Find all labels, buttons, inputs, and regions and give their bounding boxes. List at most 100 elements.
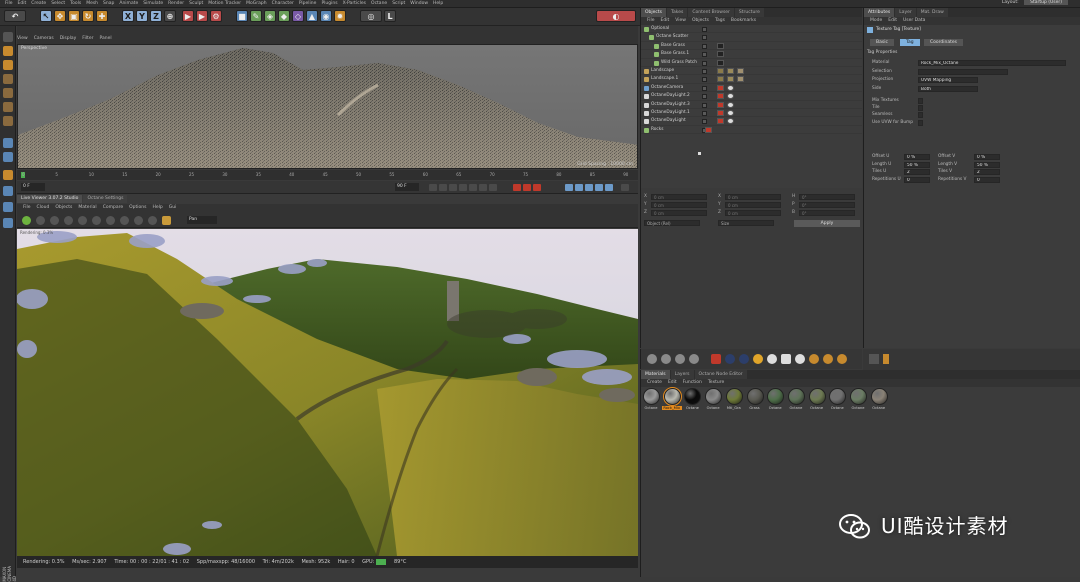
camera-icon[interactable]: ◉ bbox=[320, 10, 332, 22]
diffuse-material-icon[interactable] bbox=[647, 354, 657, 364]
visibility-toggle[interactable] bbox=[702, 85, 707, 91]
material-swatch[interactable] bbox=[662, 387, 682, 406]
record-icon[interactable] bbox=[513, 184, 521, 191]
visibility-toggle[interactable] bbox=[702, 119, 707, 125]
rotation-key-icon[interactable] bbox=[585, 184, 593, 191]
visibility-toggle[interactable] bbox=[702, 52, 707, 58]
tab-takes[interactable]: Takes bbox=[667, 8, 688, 17]
octane-toolbar-icon[interactable]: ◐ bbox=[596, 10, 636, 22]
axis-icon[interactable] bbox=[3, 202, 13, 212]
specular-material-icon[interactable] bbox=[675, 354, 685, 364]
live-viewer-menu-cloud[interactable]: Cloud bbox=[37, 205, 50, 210]
coord-value-field[interactable]: 0 cm bbox=[725, 202, 781, 208]
pause-render-icon[interactable] bbox=[50, 216, 59, 225]
visibility-toggle[interactable] bbox=[702, 110, 707, 116]
material-swatch[interactable] bbox=[850, 388, 867, 405]
layout-selector[interactable]: Layout: Startup (User) bbox=[1002, 0, 1072, 5]
texture-tag-icon[interactable] bbox=[727, 76, 734, 83]
attribute-menu-user-data[interactable]: User Data bbox=[903, 18, 925, 23]
go-to-end-icon[interactable] bbox=[489, 184, 497, 191]
material-swatch[interactable] bbox=[684, 388, 702, 405]
texture-tag-icon[interactable] bbox=[737, 76, 744, 83]
material-tag-icon[interactable] bbox=[717, 42, 724, 49]
menu-item-render[interactable]: Render bbox=[168, 1, 184, 6]
menu-item-snap[interactable]: Snap bbox=[103, 1, 114, 6]
offset-field[interactable]: 50 % bbox=[904, 161, 930, 168]
render-view-icon[interactable]: ▶ bbox=[182, 10, 194, 22]
attribute-checkbox[interactable] bbox=[918, 112, 923, 119]
move-icon[interactable]: ✥ bbox=[54, 10, 66, 22]
octane-tag-icon[interactable] bbox=[717, 118, 724, 125]
material-menu-function[interactable]: Function bbox=[683, 380, 702, 385]
menu-item-help[interactable]: Help bbox=[433, 1, 443, 6]
zoom-dropdown[interactable]: Pan bbox=[187, 216, 217, 224]
next-key-icon[interactable] bbox=[479, 184, 487, 191]
object-row[interactable]: Base Grass.1 bbox=[641, 50, 862, 59]
live-viewer-menu-file[interactable]: File bbox=[23, 205, 31, 210]
material-menu-texture[interactable]: Texture bbox=[708, 380, 724, 385]
menu-item-motion-tracker[interactable]: Motion Tracker bbox=[208, 1, 241, 6]
light-tag-icon[interactable] bbox=[727, 84, 734, 91]
camera-tag-icon[interactable] bbox=[781, 354, 791, 364]
slider-icon[interactable] bbox=[883, 354, 889, 364]
size-mode-dropdown[interactable]: Size bbox=[718, 220, 774, 226]
edges-mode-icon[interactable] bbox=[3, 102, 13, 112]
next-frame-icon[interactable] bbox=[469, 184, 477, 191]
visibility-toggle[interactable] bbox=[702, 43, 707, 49]
restart-render-icon[interactable] bbox=[36, 216, 45, 225]
menu-item-tools[interactable]: Tools bbox=[70, 1, 81, 6]
z-axis-button[interactable]: Z bbox=[150, 10, 162, 22]
object-menu-view[interactable]: View bbox=[675, 18, 686, 23]
start-render-icon[interactable] bbox=[22, 216, 31, 225]
tweak-icon[interactable] bbox=[3, 218, 13, 228]
material-swatch[interactable] bbox=[787, 388, 805, 405]
attribute-tab-0[interactable]: Attributes bbox=[864, 8, 895, 17]
object-row[interactable]: Landscape.1 bbox=[641, 75, 862, 84]
array-icon[interactable]: ◆ bbox=[278, 10, 290, 22]
object-row[interactable]: OctaneCamera bbox=[641, 84, 862, 93]
live-selection-icon[interactable]: ↖ bbox=[40, 10, 52, 22]
lo-icon[interactable]: L bbox=[384, 10, 396, 22]
menu-item-script[interactable]: Script bbox=[392, 1, 405, 6]
object-row[interactable]: Landscape bbox=[641, 67, 862, 76]
send-scene-icon[interactable] bbox=[78, 216, 87, 225]
parameter-key-icon[interactable] bbox=[595, 184, 603, 191]
menu-item-create[interactable]: Create bbox=[31, 1, 46, 6]
live-viewer-menu-material[interactable]: Material bbox=[78, 205, 96, 210]
object-row[interactable]: Base Grass bbox=[641, 42, 862, 51]
texture-tag-icon[interactable] bbox=[727, 67, 734, 74]
live-viewer-menu-options[interactable]: Options bbox=[129, 205, 146, 210]
deformer-icon[interactable]: ◇ bbox=[292, 10, 304, 22]
go-to-start-icon[interactable] bbox=[429, 184, 437, 191]
visibility-toggle[interactable] bbox=[702, 68, 707, 74]
basic-tab-button[interactable]: Basic bbox=[870, 39, 894, 46]
visibility-toggle[interactable] bbox=[702, 94, 707, 100]
end-frame-field[interactable]: 90 F bbox=[395, 183, 419, 191]
menu-item-character[interactable]: Character bbox=[272, 1, 294, 6]
attribute-checkbox[interactable] bbox=[918, 98, 923, 104]
material-tag-icon[interactable] bbox=[717, 67, 724, 74]
locked-workplane-icon[interactable] bbox=[3, 152, 13, 162]
visibility-toggle[interactable] bbox=[702, 60, 707, 66]
material-swatch[interactable] bbox=[870, 388, 888, 405]
pen-icon[interactable]: ✎ bbox=[250, 10, 262, 22]
material-tab-1[interactable]: Layers bbox=[670, 370, 694, 379]
material-swatch[interactable] bbox=[808, 388, 826, 405]
scale-key-icon[interactable] bbox=[575, 184, 583, 191]
texture-mode-icon[interactable] bbox=[3, 60, 13, 70]
object-menu-tags[interactable]: Tags bbox=[715, 18, 725, 23]
menu-item-mograph[interactable]: MoGraph bbox=[246, 1, 266, 6]
coordinate-mode-dropdown[interactable]: Object (Rel) bbox=[644, 220, 700, 226]
octane-render-icon[interactable] bbox=[711, 354, 721, 364]
coord-value-field[interactable]: 0° bbox=[799, 210, 855, 216]
render-settings-icon[interactable]: ⚙ bbox=[210, 10, 222, 22]
attribute-tab-1[interactable]: Layer bbox=[895, 8, 916, 17]
clay-mode-icon[interactable] bbox=[162, 216, 171, 225]
coord-value-field[interactable]: 0° bbox=[799, 194, 855, 200]
texture-tag-icon[interactable] bbox=[737, 67, 744, 74]
octane-tag-icon[interactable] bbox=[717, 93, 724, 100]
object-row[interactable]: Wild Grass Patch bbox=[641, 59, 862, 67]
auto-key-icon[interactable] bbox=[523, 184, 531, 191]
menu-item-edit[interactable]: Edit bbox=[18, 1, 27, 6]
environment-icon[interactable]: ▲ bbox=[306, 10, 318, 22]
